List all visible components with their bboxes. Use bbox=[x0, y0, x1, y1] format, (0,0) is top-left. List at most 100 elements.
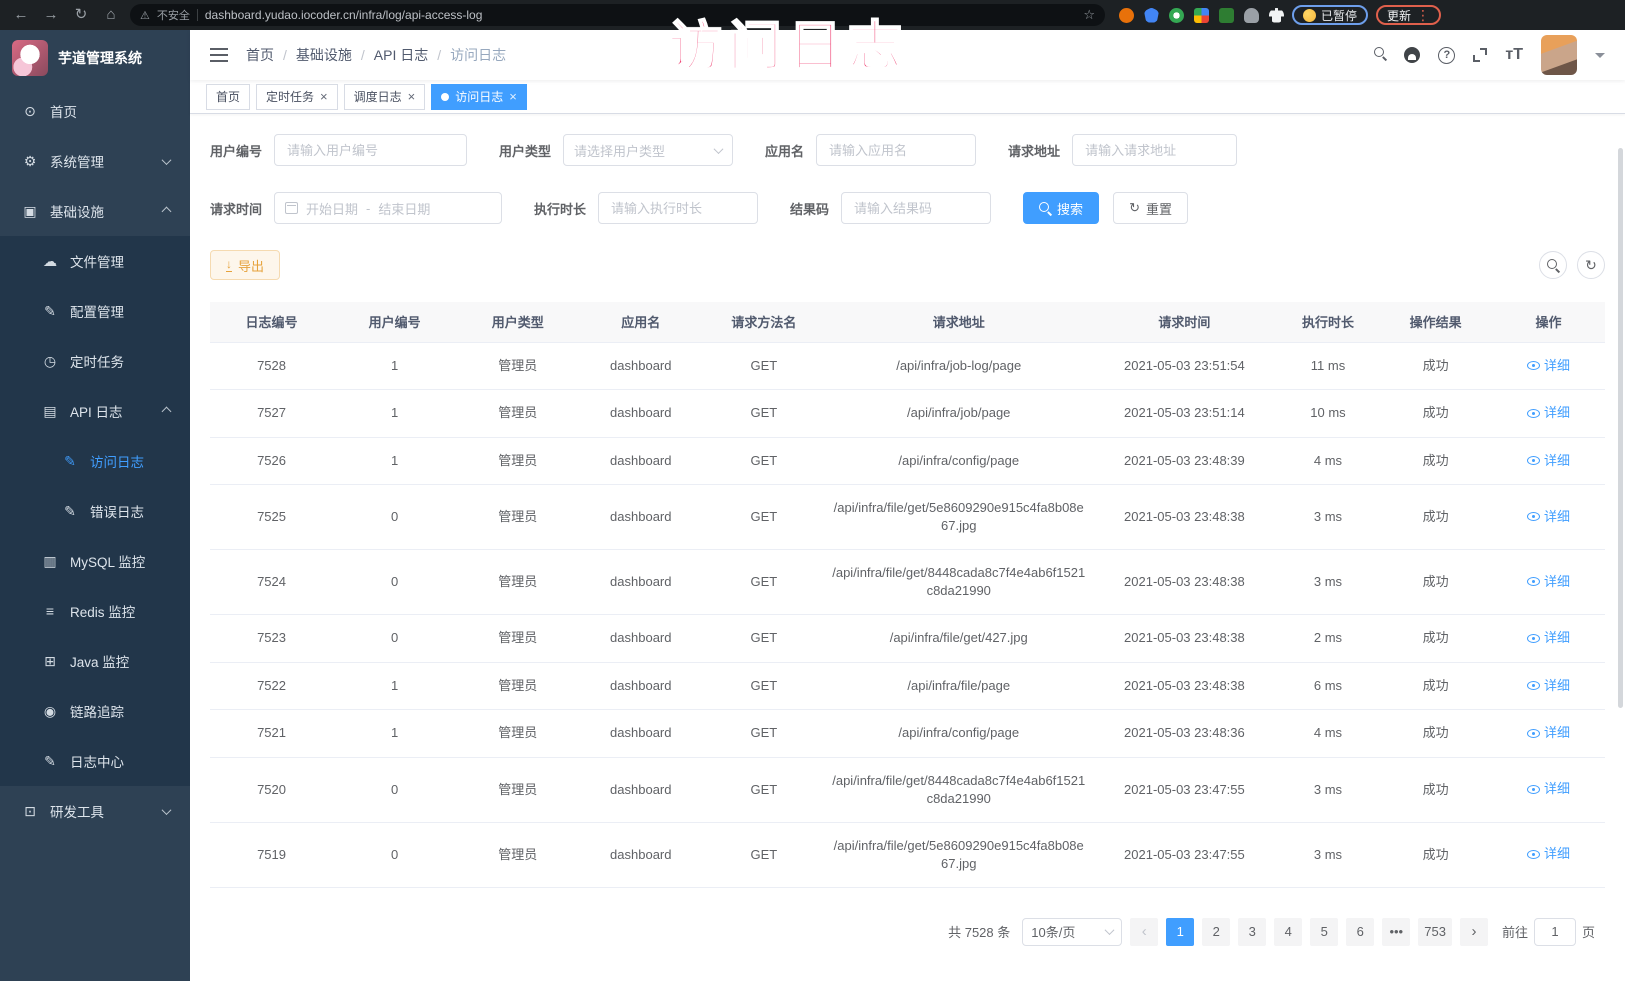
export-button[interactable]: ↓ 导出 bbox=[210, 250, 280, 280]
help-icon[interactable]: ? bbox=[1438, 47, 1455, 64]
column-header: 请求地址 bbox=[825, 302, 1092, 342]
close-icon[interactable]: × bbox=[408, 90, 416, 103]
reset-button-label: 重置 bbox=[1146, 199, 1172, 218]
cell-id: 7525 bbox=[210, 485, 333, 550]
request-time-range-picker[interactable]: 开始日期 - 结束日期 bbox=[274, 192, 502, 224]
detail-link[interactable]: 详细 bbox=[1527, 404, 1570, 422]
detail-link[interactable]: 详细 bbox=[1527, 845, 1570, 863]
header-search-icon[interactable] bbox=[1374, 47, 1386, 59]
chevron-down-icon bbox=[1105, 925, 1115, 935]
prev-page-button[interactable]: ‹ bbox=[1130, 918, 1158, 946]
detail-link[interactable]: 详细 bbox=[1527, 357, 1570, 375]
extension-icon[interactable] bbox=[1194, 8, 1209, 23]
tag-label: 定时任务 bbox=[266, 88, 314, 105]
sidebar-item-java[interactable]: ⊞Java 监控 bbox=[0, 636, 190, 686]
user-avatar[interactable] bbox=[1541, 35, 1577, 75]
eye-icon bbox=[1527, 409, 1540, 418]
cell-duration: 3 ms bbox=[1277, 822, 1380, 887]
result-code-input[interactable] bbox=[841, 192, 991, 224]
extension-icon[interactable] bbox=[1144, 8, 1159, 23]
sidebar-item-system[interactable]: ⚙系统管理 bbox=[0, 136, 190, 186]
scrollbar[interactable] bbox=[1618, 148, 1623, 708]
app-logo-row[interactable]: 芋道管理系统 bbox=[0, 30, 190, 86]
puzzle-extensions-icon[interactable] bbox=[1269, 8, 1284, 23]
page-size-select[interactable]: 10条/页 bbox=[1022, 918, 1122, 946]
page-button-5[interactable]: 5 bbox=[1310, 918, 1338, 946]
sidebar-item-error-log[interactable]: ✎错误日志 bbox=[0, 486, 190, 536]
sidebar-item-log-center[interactable]: ✎日志中心 bbox=[0, 736, 190, 786]
breadcrumb-item[interactable]: 首页 bbox=[246, 47, 274, 63]
close-icon[interactable]: × bbox=[320, 90, 328, 103]
request-url-input[interactable] bbox=[1072, 134, 1237, 166]
translate-extension-icon[interactable] bbox=[1219, 8, 1234, 23]
user-type-select[interactable]: 请选择用户类型 bbox=[563, 134, 733, 166]
page-ellipsis[interactable]: ••• bbox=[1382, 918, 1410, 946]
search-icon bbox=[1547, 259, 1559, 271]
page-button-3[interactable]: 3 bbox=[1238, 918, 1266, 946]
breadcrumb-item[interactable]: 基础设施 bbox=[296, 47, 352, 63]
page-button-6[interactable]: 6 bbox=[1346, 918, 1374, 946]
detail-link[interactable]: 详细 bbox=[1527, 724, 1570, 742]
browser-reload-icon[interactable]: ↻ bbox=[70, 4, 92, 26]
detail-link[interactable]: 详细 bbox=[1527, 573, 1570, 591]
detail-link[interactable]: 详细 bbox=[1527, 780, 1570, 798]
toggle-search-button[interactable] bbox=[1539, 251, 1567, 279]
table-row: 75200管理员dashboardGET/api/infra/file/get/… bbox=[210, 757, 1605, 822]
extension-icon[interactable] bbox=[1244, 8, 1259, 23]
page-button-4[interactable]: 4 bbox=[1274, 918, 1302, 946]
tab-调度日志[interactable]: 调度日志× bbox=[344, 84, 426, 110]
address-bar[interactable]: ⚠ 不安全 dashboard.yudao.iocoder.cn/infra/l… bbox=[130, 4, 1105, 26]
cell-duration: 10 ms bbox=[1277, 390, 1380, 438]
filter-label-duration: 执行时长 bbox=[534, 199, 586, 218]
close-icon[interactable]: × bbox=[509, 90, 517, 103]
font-size-icon[interactable]: тT bbox=[1505, 47, 1523, 63]
user-id-input[interactable] bbox=[274, 134, 467, 166]
browser-back-icon[interactable]: ← bbox=[10, 4, 32, 26]
sidebar-item-home[interactable]: ⊙首页 bbox=[0, 86, 190, 136]
tab-定时任务[interactable]: 定时任务 × bbox=[256, 84, 338, 110]
reset-button[interactable]: ↻ 重置 bbox=[1113, 192, 1188, 224]
tab-访问日志[interactable]: 访问日志× bbox=[431, 84, 527, 110]
tab-首页[interactable]: 首页 bbox=[206, 84, 250, 110]
page-button-2[interactable]: 2 bbox=[1202, 918, 1230, 946]
page-button-753[interactable]: 753 bbox=[1418, 918, 1452, 946]
sidebar-item-infra[interactable]: ▣基础设施 bbox=[0, 186, 190, 236]
hamburger-icon[interactable] bbox=[210, 48, 228, 62]
duration-input[interactable] bbox=[598, 192, 758, 224]
detail-link[interactable]: 详细 bbox=[1527, 629, 1570, 647]
goto-page-input[interactable] bbox=[1534, 918, 1576, 946]
detail-link[interactable]: 详细 bbox=[1527, 677, 1570, 695]
sidebar-item-redis[interactable]: ≡Redis 监控 bbox=[0, 586, 190, 636]
refresh-icon: ↻ bbox=[1129, 200, 1140, 216]
browser-update-button[interactable]: 更新 ⋮ bbox=[1376, 5, 1441, 25]
extension-icon[interactable] bbox=[1119, 8, 1134, 23]
browser-menu-icon[interactable]: ⋮ bbox=[1416, 7, 1430, 24]
next-page-button[interactable]: › bbox=[1460, 918, 1488, 946]
search-button[interactable]: 搜索 bbox=[1023, 192, 1099, 224]
cell-result: 成功 bbox=[1379, 757, 1492, 822]
sidebar-item-file[interactable]: ☁文件管理 bbox=[0, 236, 190, 286]
sidebar-item-mysql[interactable]: ▥MySQL 监控 bbox=[0, 536, 190, 586]
github-icon[interactable] bbox=[1404, 47, 1420, 63]
browser-home-icon[interactable]: ⌂ bbox=[100, 4, 122, 26]
paused-badge[interactable]: 已暂停 bbox=[1292, 5, 1368, 25]
sidebar-item-trace[interactable]: ◉链路追踪 bbox=[0, 686, 190, 736]
browser-forward-icon[interactable]: → bbox=[40, 4, 62, 26]
detail-link[interactable]: 详细 bbox=[1527, 508, 1570, 526]
sidebar-item-api-log[interactable]: ▤API 日志 bbox=[0, 386, 190, 436]
sidebar-item-dev-tools[interactable]: ⊡研发工具 bbox=[0, 786, 190, 836]
bookmark-star-icon[interactable]: ☆ bbox=[1083, 7, 1095, 23]
sidebar-item-config[interactable]: ✎配置管理 bbox=[0, 286, 190, 336]
breadcrumb-item[interactable]: API 日志 bbox=[374, 47, 428, 63]
app-name-input[interactable] bbox=[816, 134, 976, 166]
avatar-caret-icon[interactable] bbox=[1595, 53, 1605, 63]
sidebar-item-job[interactable]: ◷定时任务 bbox=[0, 336, 190, 386]
fullscreen-icon[interactable] bbox=[1473, 48, 1487, 62]
page-button-1[interactable]: 1 bbox=[1166, 918, 1194, 946]
cell-time: 2021-05-03 23:51:54 bbox=[1092, 342, 1277, 390]
detail-link[interactable]: 详细 bbox=[1527, 452, 1570, 470]
refresh-table-button[interactable]: ↻ bbox=[1577, 251, 1605, 279]
sidebar-item-access-log[interactable]: ✎访问日志 bbox=[0, 436, 190, 486]
clock-icon: ◷ bbox=[42, 353, 58, 370]
extension-icon[interactable] bbox=[1169, 8, 1184, 23]
